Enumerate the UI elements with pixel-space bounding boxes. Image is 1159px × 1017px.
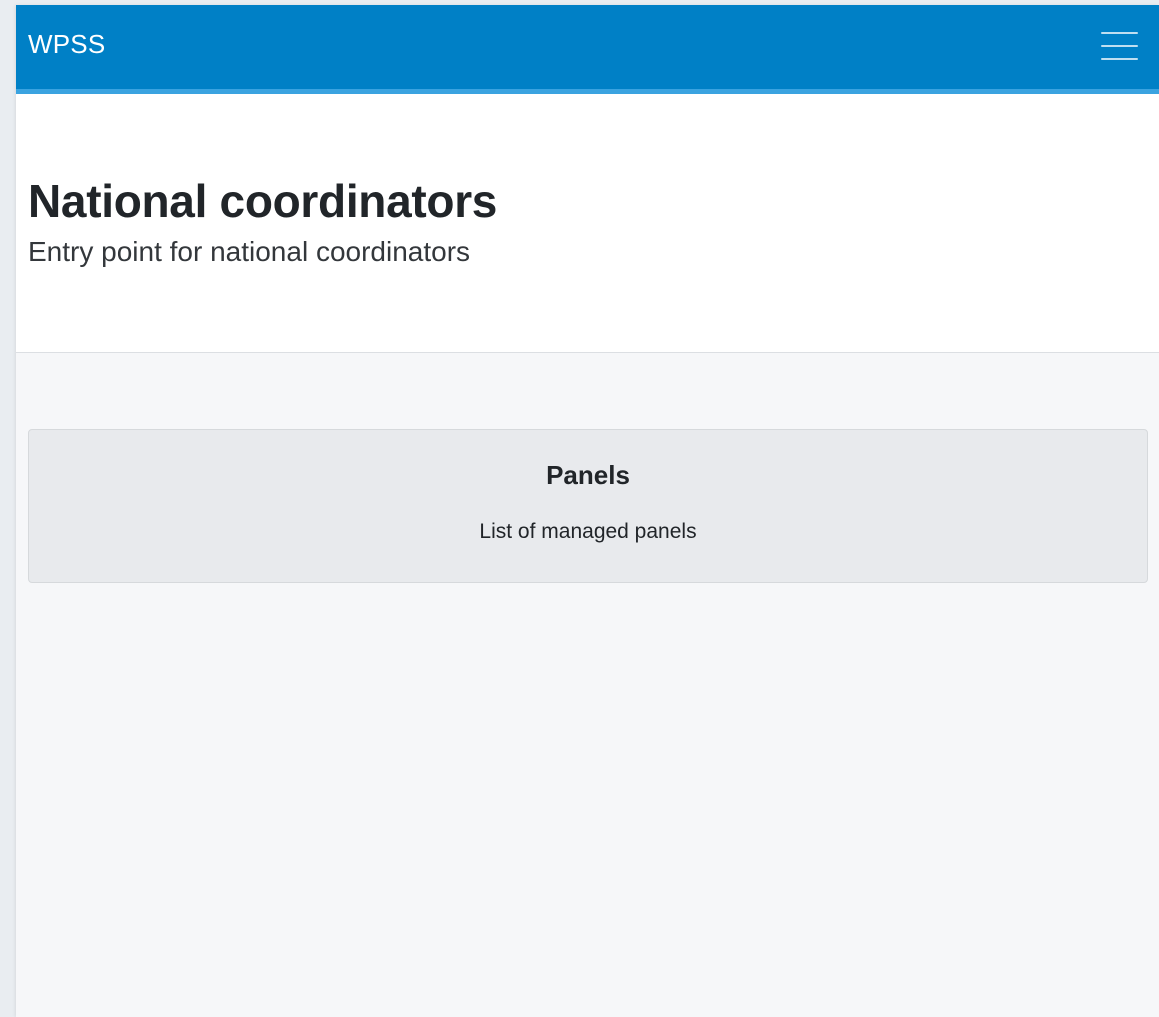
page-title: National coordinators — [28, 175, 498, 227]
brand-link[interactable]: WPSS — [28, 29, 105, 60]
menu-bar-line — [1101, 45, 1138, 47]
hamburger-menu-icon[interactable] — [1099, 26, 1141, 66]
card-description: List of managed panels — [479, 520, 697, 543]
page-subtitle: Entry point for national coordinators — [28, 236, 471, 267]
panels-card[interactable]: Panels List of managed panels — [28, 429, 1148, 583]
menu-bar-line — [1101, 32, 1138, 34]
card-title: Panels — [546, 460, 630, 490]
menu-bar-line — [1101, 58, 1138, 60]
app-window: WPSS National coordinators Entry point f… — [16, 5, 1159, 1017]
page-header: National coordinators Entry point for na… — [16, 94, 1159, 353]
top-navbar: WPSS — [16, 5, 1159, 94]
